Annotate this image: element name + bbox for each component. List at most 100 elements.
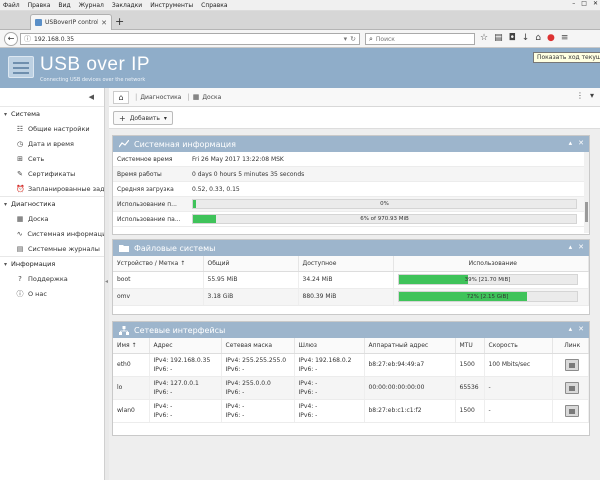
minimize-icon[interactable]: – [572, 0, 575, 7]
close-tab-icon[interactable]: ✕ [101, 19, 107, 27]
sysinfo-key: Системное время [117, 155, 173, 163]
browser-tab[interactable]: USBoverIP control panel - USB ✕ [30, 14, 112, 30]
breadcrumb-diagnostics[interactable]: | Диагностика [135, 93, 181, 101]
column-header-name[interactable]: Имя ↑ [113, 338, 150, 354]
home-icon[interactable]: ⌂ [113, 90, 129, 104]
breadcrumb-label: Доска [202, 93, 222, 101]
new-tab-icon[interactable]: + [115, 15, 124, 28]
search-box[interactable]: ⌕ [365, 33, 475, 45]
sidebar-item-scheduled-tasks[interactable]: ⏰ Запланированные задачи [0, 181, 104, 196]
column-header-link[interactable]: Линк [552, 338, 589, 354]
column-header-usage[interactable]: Использование [393, 256, 589, 272]
cell-usage: 39% [21.70 MiB] [393, 271, 589, 289]
sliders-icon: ☷ [16, 124, 24, 133]
cell-mtu: 65536 [455, 376, 485, 400]
close-panel-icon[interactable]: ✕ [578, 139, 584, 147]
menu-bookmarks[interactable]: Закладки [112, 2, 142, 9]
sysinfo-rows: Системное время Fri 26 May 2017 13:22:08… [113, 152, 589, 227]
reader-icon[interactable]: ▤ [494, 33, 503, 43]
sidebar-item-support[interactable]: ? Поддержка [0, 271, 104, 286]
sidebar-group-diagnostics[interactable]: ▾ Диагностика [0, 196, 104, 211]
column-header-available[interactable]: Доступное [298, 256, 394, 272]
back-arrow-icon[interactable]: ← [4, 32, 18, 46]
sidebar-item-network[interactable]: ⊞ Сеть [0, 151, 104, 166]
cell-hwaddr: 00:00:00:00:00:00 [364, 376, 456, 400]
download-icon[interactable]: ↓ [522, 33, 530, 43]
menu-history[interactable]: Журнал [79, 2, 104, 9]
sidebar-group-system[interactable]: ▾ Система [0, 106, 104, 121]
table-row[interactable]: boot 55.95 MiB 34.24 MiB 39% [21.70 MiB] [113, 271, 589, 289]
collapse-panel-icon[interactable]: ▴ [569, 139, 573, 147]
column-header-device[interactable]: Устройство / Метка ↑ [113, 256, 204, 272]
sidebar-group-information[interactable]: ▾ Информация [0, 256, 104, 271]
reload-icon[interactable]: ↻ [350, 35, 356, 43]
sidebar-item-about[interactable]: ⓘ О нас [0, 286, 104, 301]
sidebar-item-dashboard[interactable]: ▦ Доска [0, 211, 104, 226]
add-button-label: Добавить [129, 114, 160, 122]
panel-network-interfaces: Сетевые интерфейсы ▴ ✕ Имя ↑ Адрес Сетева… [112, 321, 590, 436]
close-panel-icon[interactable]: ✕ [578, 325, 584, 333]
collapse-panel-icon[interactable]: ▴ [569, 243, 573, 251]
sidebar-item-general-settings[interactable]: ☷ Общие настройки [0, 121, 104, 136]
window-controls: – □ ✕ [572, 0, 598, 7]
table-row[interactable]: omv 3.18 GiB 880.39 MiB 72% [2.15 GiB] [113, 288, 589, 306]
cell-usage: 72% [2.15 GiB] [393, 288, 589, 306]
chevron-down-icon: ▾ [163, 114, 167, 122]
sidebar-item-system-logs[interactable]: ▤ Системные журналы [0, 241, 104, 256]
sysinfo-row: Использование па... 6% of 970.93 MiB [113, 212, 589, 227]
maximize-icon[interactable]: □ [581, 0, 587, 7]
more-vertical-icon[interactable]: ⋮ [576, 91, 584, 100]
column-header-netmask[interactable]: Сетевая маска [221, 338, 295, 354]
address-bar[interactable]: ⓘ 192.168.0.35 ▾ ↻ [20, 33, 360, 45]
sidebar-item-system-info[interactable]: ∿ Системная информация [0, 226, 104, 241]
extension-icon[interactable]: ● [547, 33, 555, 43]
cell-address-ipv4: IPv4: 127.0.0.1 [153, 379, 199, 387]
sidebar-item-datetime[interactable]: ◷ Дата и время [0, 136, 104, 151]
menu-tools[interactable]: Инструменты [150, 2, 193, 9]
info-icon[interactable]: ⓘ [24, 34, 31, 44]
pocket-icon[interactable]: ◘ [509, 33, 516, 43]
star-icon[interactable]: ☆ [480, 33, 488, 43]
table-row[interactable]: eth0 IPv4: 192.168.0.35 IPv6: - IPv4: 255… [113, 353, 589, 377]
column-header-total[interactable]: Общий [203, 256, 299, 272]
close-window-icon[interactable]: ✕ [593, 0, 598, 7]
sidebar-item-certificates[interactable]: ✎ Сертификаты [0, 166, 104, 181]
cell-gateway-ipv6: IPv6: - [298, 388, 318, 396]
menu-file[interactable]: Файл [3, 2, 20, 9]
favicon-icon [35, 19, 42, 26]
hamburger-menu-icon[interactable]: ≡ [561, 33, 569, 43]
sysinfo-value: Fri 26 May 2017 13:22:08 MSK [192, 155, 284, 163]
sidebar-group-label: Информация [11, 260, 56, 268]
table-row[interactable]: lo IPv4: 127.0.0.1 IPv6: - IPv4: 255.0.0.… [113, 376, 589, 400]
sidebar-item-label: Сертификаты [28, 169, 76, 178]
home-icon[interactable]: ⌂ [535, 33, 541, 43]
close-panel-icon[interactable]: ✕ [578, 243, 584, 251]
column-header-speed[interactable]: Скорость [484, 338, 553, 354]
menu-help[interactable]: Справка [201, 2, 227, 9]
column-header-address[interactable]: Адрес [149, 338, 222, 354]
cell-address-ipv4: IPv4: 192.168.0.35 [153, 356, 211, 364]
dropdown-icon[interactable]: ▾ [344, 35, 348, 43]
add-button[interactable]: + Добавить ▾ [113, 111, 173, 125]
column-header-hwaddr[interactable]: Аппаратный адрес [364, 338, 456, 354]
collapse-panel-icon[interactable]: ▴ [569, 325, 573, 333]
breadcrumb-dashboard[interactable]: | ▦ Доска [187, 93, 221, 101]
cell-speed: - [484, 376, 553, 400]
menu-edit[interactable]: Правка [28, 2, 51, 9]
table-row[interactable]: wlan0 IPv4: - IPv6: - IPv4: - IPv6: - IPv4… [113, 399, 589, 423]
browser-menubar: Файл Правка Вид Журнал Закладки Инструме… [0, 0, 600, 11]
menu-view[interactable]: Вид [58, 2, 70, 9]
collapse-arrow-icon[interactable]: ◂ [105, 278, 108, 285]
browser-tabstrip: USBoverIP control panel - USB ✕ + [0, 11, 600, 30]
cell-gateway-ipv4: IPv4: - [298, 379, 318, 387]
column-header-mtu[interactable]: MTU [455, 338, 485, 354]
panel-scrollbar[interactable] [584, 152, 589, 233]
collapse-sidebar-icon[interactable]: ◀ [89, 93, 94, 101]
chart-icon: ∿ [16, 229, 23, 238]
sidebar-item-label: О нас [28, 289, 47, 298]
usage-label: 39% [21.70 MiB] [464, 277, 511, 283]
search-input[interactable] [375, 35, 466, 43]
chevron-down-icon[interactable]: ▾ [590, 91, 594, 100]
column-header-gateway[interactable]: Шлюз [294, 338, 365, 354]
memory-usage-bar: 6% of 970.93 MiB [192, 214, 577, 224]
